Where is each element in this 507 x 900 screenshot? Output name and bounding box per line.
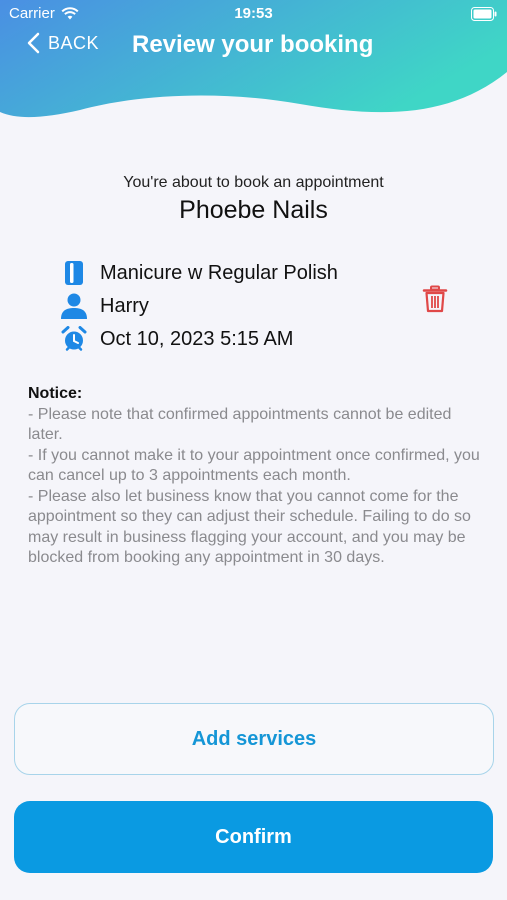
notice-line: - Please note that confirmed appointment… <box>28 405 452 444</box>
service-row: Manicure w Regular Polish <box>60 259 338 287</box>
battery-icon <box>471 7 497 21</box>
chevron-left-icon <box>27 32 40 54</box>
header: Carrier 19:53 BACK Review your booking <box>0 0 507 150</box>
status-time: 19:53 <box>234 5 273 22</box>
booking-intro: You're about to book an appointment <box>123 174 384 191</box>
notice-section: Notice: - Please note that confirmed app… <box>28 384 488 569</box>
back-button[interactable]: BACK <box>26 32 99 54</box>
trash-icon <box>422 285 448 313</box>
person-icon <box>60 292 88 320</box>
nail-polish-icon <box>60 259 88 287</box>
datetime-row: Oct 10, 2023 5:15 AM <box>60 325 293 353</box>
alarm-clock-icon <box>60 325 88 353</box>
staff-name: Harry <box>100 294 149 317</box>
add-services-button[interactable]: Add services <box>14 703 494 775</box>
staff-row: Harry <box>60 292 149 320</box>
notice-line: - Please also let business know that you… <box>28 487 471 567</box>
business-name: Phoebe Nails <box>179 196 328 224</box>
status-bar: Carrier 19:53 <box>0 0 507 28</box>
page-title: Review your booking <box>132 31 374 58</box>
service-name: Manicure w Regular Polish <box>100 261 338 284</box>
notice-line: - If you cannot make it to your appointm… <box>28 446 480 485</box>
confirm-button[interactable]: Confirm <box>14 801 493 873</box>
back-label: BACK <box>48 32 100 53</box>
delete-service-button[interactable] <box>422 285 448 313</box>
nav-bar: BACK Review your booking <box>0 30 507 64</box>
notice-title: Notice: <box>28 385 83 402</box>
appointment-datetime: Oct 10, 2023 5:15 AM <box>100 327 294 350</box>
